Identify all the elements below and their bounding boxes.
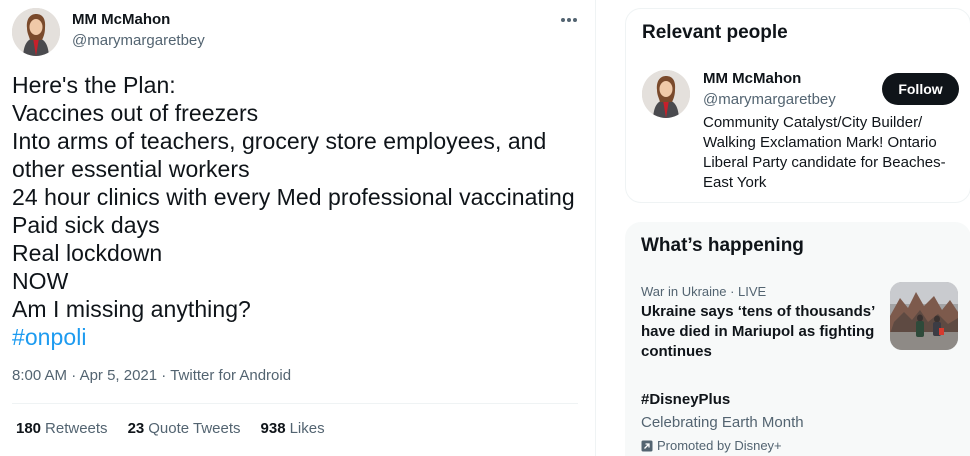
- author-handle[interactable]: @marymargaretbey: [72, 32, 205, 49]
- person-name[interactable]: MM McMahon: [703, 70, 801, 87]
- quote-tweets-stat[interactable]: 23 Quote Tweets: [128, 420, 241, 437]
- headline-line: have died in Mariupol as fighting: [641, 323, 875, 340]
- trend-subtitle: Celebrating Earth Month: [641, 414, 804, 431]
- headline-line: continues: [641, 343, 712, 360]
- bio-line: Liberal Party candidate for Beaches-: [703, 154, 946, 171]
- author-avatar[interactable]: [12, 8, 60, 56]
- bio-line: East York: [703, 174, 767, 191]
- tweet-metadata: 8:00 AM · Apr 5, 2021 · Twitter for Andr…: [12, 367, 291, 384]
- relevant-people-title: Relevant people: [642, 22, 788, 43]
- tweet-line: 24 hour clinics with every Med professio…: [12, 184, 575, 210]
- tweet-detail: MM McMahon @marymargaretbey Here's the P…: [0, 0, 596, 456]
- tweet-stats: 180 Retweets 23 Quote Tweets 938 Likes: [16, 420, 325, 437]
- relevant-people-card: Relevant people MM McMahon @marymargaret…: [625, 8, 970, 203]
- tweet-source[interactable]: Twitter for Android: [170, 367, 291, 384]
- tweet-author: MM McMahon @marymargaretbey: [12, 8, 582, 56]
- tweet-line: Am I missing anything?: [12, 296, 251, 322]
- divider: [12, 403, 578, 404]
- likes-count: 938: [260, 420, 286, 437]
- whats-happening-title: What’s happening: [641, 235, 804, 256]
- hashtag-link[interactable]: #onpoli: [12, 323, 587, 351]
- tweet-time[interactable]: 8:00 AM: [12, 367, 67, 384]
- tweet-date[interactable]: Apr 5, 2021: [80, 367, 158, 384]
- trend-thumbnail: [890, 282, 958, 350]
- bio-line: Walking Exclamation Mark! Ontario: [703, 134, 937, 151]
- tweet-line: Here's the Plan:: [12, 72, 176, 98]
- more-options-icon[interactable]: [556, 10, 582, 30]
- tweet-line: other essential workers: [12, 156, 250, 182]
- likes-stat[interactable]: 938 Likes: [261, 420, 325, 437]
- author-name[interactable]: MM McMahon: [72, 11, 170, 28]
- meta-separator: ·: [157, 367, 171, 384]
- quote-tweets-count: 23: [127, 420, 145, 437]
- promoted-icon: [641, 440, 653, 451]
- likes-label: Likes: [289, 420, 325, 437]
- person-handle[interactable]: @marymargaretbey: [703, 91, 836, 108]
- retweets-count: 180: [16, 420, 42, 437]
- quote-tweets-label: Quote Tweets: [148, 420, 241, 437]
- tweet-line: Vaccines out of freezers: [12, 100, 259, 126]
- trend-name: #DisneyPlus: [641, 391, 731, 408]
- tweet-line: Paid sick days: [12, 212, 160, 238]
- bio-line: Community Catalyst/City Builder/: [703, 114, 923, 131]
- follow-button[interactable]: Follow: [882, 73, 959, 105]
- headline-line: Ukraine says ‘tens of thousands’: [641, 303, 876, 320]
- meta-separator: ·: [67, 367, 80, 384]
- trend-headline: Ukraine says ‘tens of thousands’ have di…: [641, 302, 881, 362]
- retweets-label: Retweets: [45, 420, 108, 437]
- trend-category: War in Ukraine · LIVE: [641, 284, 767, 299]
- whats-happening-card: What’s happening War in Ukraine · LIVE U…: [625, 222, 970, 456]
- promoted-text: Promoted by Disney+: [657, 438, 782, 453]
- retweets-stat[interactable]: 180 Retweets: [16, 420, 108, 437]
- tweet-line: NOW: [12, 268, 69, 294]
- person-avatar[interactable]: [642, 70, 690, 118]
- tweet-text: Here's the Plan: Vaccines out of freezer…: [12, 71, 587, 351]
- person-bio: Community Catalyst/City Builder/ Walking…: [703, 113, 958, 193]
- tweet-line: Real lockdown: [12, 240, 163, 266]
- tweet-line: Into arms of teachers, grocery store emp…: [12, 128, 547, 154]
- promoted-label: Promoted by Disney+: [641, 438, 782, 453]
